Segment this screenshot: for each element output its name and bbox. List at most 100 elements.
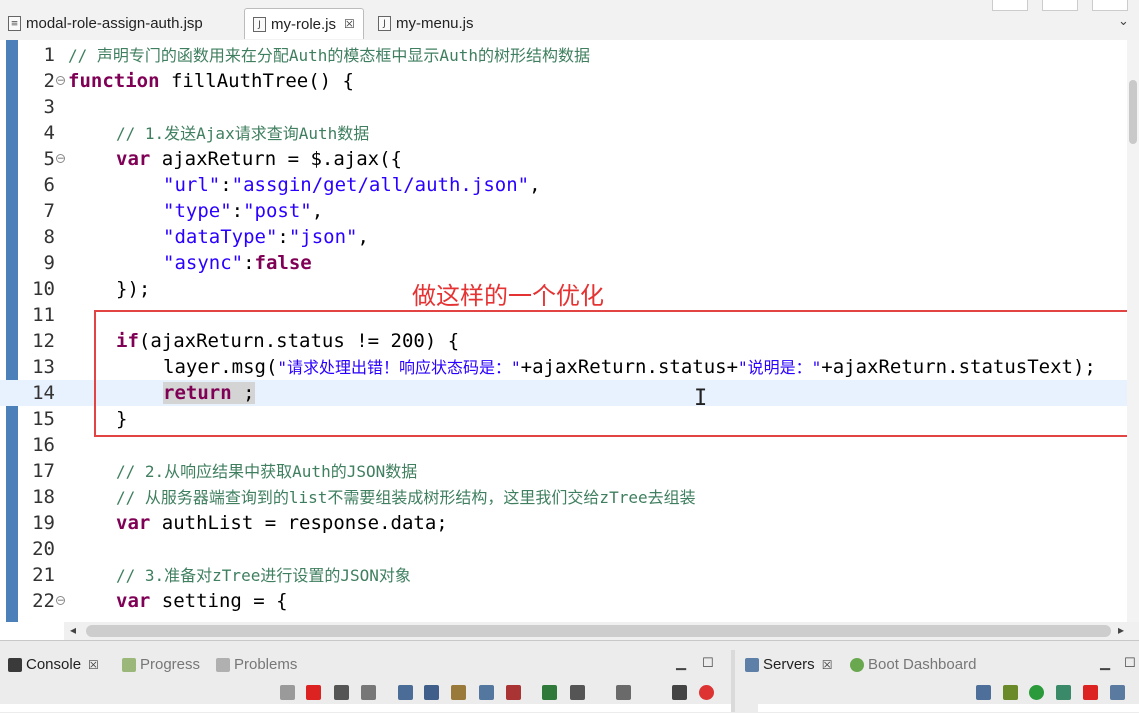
string: "assgin/get/all/auth.json": [231, 174, 530, 196]
chevron-down-icon[interactable]: ⌄: [1118, 14, 1129, 29]
console-icon: [8, 657, 22, 672]
keyword: var: [116, 512, 151, 534]
horizontal-scrollbar-thumb[interactable]: [86, 625, 1111, 637]
keyword: var: [116, 590, 151, 612]
line-number: 17: [32, 460, 55, 482]
open-console-icon[interactable]: [616, 685, 631, 700]
fold-collapse-icon[interactable]: −: [56, 154, 65, 164]
code-line: 21 // 3.准备对zTree进行设置的JSON对象: [0, 562, 1139, 588]
console-body[interactable]: [0, 704, 731, 712]
show-on-error-icon[interactable]: [506, 685, 521, 700]
tab-console[interactable]: Console ☒: [8, 656, 99, 673]
tab-label: modal-role-assign-auth.jsp: [26, 14, 203, 32]
collapse-icon[interactable]: [976, 685, 991, 700]
minimize-icon[interactable]: ▁: [1100, 656, 1110, 671]
line-number: 12: [32, 330, 55, 352]
tab-servers[interactable]: Servers ☒: [745, 656, 832, 673]
word-wrap-icon[interactable]: [451, 685, 466, 700]
remove-launch-icon[interactable]: [334, 685, 349, 700]
jsp-file-icon: ≡: [8, 15, 21, 31]
code-editor[interactable]: 1 // 声明专门的函数用来在分配Auth的模态框中显示Auth的树形结构数据 …: [0, 40, 1139, 622]
code-line: 8 "dataType":"json",: [0, 224, 1139, 250]
start-icon[interactable]: [1029, 685, 1044, 700]
editor-tab-bar: ≡ modal-role-assign-auth.jsp J my-role.j…: [0, 0, 1139, 40]
line-number: 1: [43, 44, 55, 66]
tab-label: my-menu.js: [396, 14, 474, 32]
copy-icon[interactable]: [672, 685, 687, 700]
restore-icon[interactable]: [1092, 0, 1128, 11]
terminate-icon[interactable]: [306, 685, 321, 700]
scroll-right-icon[interactable]: ▸: [1118, 623, 1124, 637]
annotation-text: 做这样的一个优化: [412, 282, 604, 310]
code-token: :: [243, 252, 255, 274]
tab-progress[interactable]: Progress: [122, 656, 200, 673]
maximize-icon[interactable]: ☐: [702, 656, 714, 671]
comment: // 声明专门的函数用来在分配Auth的模态框中显示Auth的树形结构数据: [68, 46, 590, 65]
code-line: 1 // 声明专门的函数用来在分配Auth的模态框中显示Auth的树形结构数据: [0, 42, 1139, 68]
stop-server-icon[interactable]: [1083, 685, 1098, 700]
code-text: "url":"assgin/get/all/auth.json",: [163, 172, 541, 198]
fold-collapse-icon[interactable]: −: [56, 596, 65, 606]
maximize-icon[interactable]: [1042, 0, 1078, 11]
minimize-icon[interactable]: [992, 0, 1028, 11]
string: "url": [163, 174, 221, 196]
close-tab-icon[interactable]: ☒: [344, 17, 355, 31]
line-number: 22: [32, 590, 55, 612]
code-line: 9 "async":false: [0, 250, 1139, 276]
code-line: 5 − var ajaxReturn = $.ajax({: [0, 146, 1139, 172]
code-token: ,: [357, 226, 369, 248]
string: "type": [163, 200, 232, 222]
line-number: 5: [43, 148, 55, 170]
profile-icon[interactable]: [1056, 685, 1071, 700]
line-number: 6: [43, 174, 55, 196]
keyword: var: [116, 148, 151, 170]
code-text: "dataType":"json",: [163, 224, 369, 250]
keyword: function: [68, 70, 160, 92]
remove-all-icon[interactable]: [361, 685, 376, 700]
debug-icon[interactable]: [1003, 685, 1018, 700]
code-token: ajaxReturn = $.ajax({: [150, 148, 402, 170]
tab-modal-role-assign-auth[interactable]: ≡ modal-role-assign-auth.jsp: [8, 8, 203, 38]
tab-my-role[interactable]: J my-role.js ☒: [244, 8, 364, 39]
scroll-lock-icon[interactable]: [424, 685, 439, 700]
show-on-output-icon[interactable]: [479, 685, 494, 700]
tab-label: my-role.js: [271, 15, 337, 33]
scroll-left-icon[interactable]: ◂: [70, 623, 76, 637]
close-tab-icon[interactable]: ☒: [822, 658, 833, 672]
publish-icon[interactable]: [1110, 685, 1125, 700]
tab-my-menu[interactable]: J my-menu.js: [378, 8, 474, 38]
fold-collapse-icon[interactable]: −: [56, 76, 65, 86]
panel-divider[interactable]: [731, 650, 735, 712]
tab-label: Console: [26, 656, 82, 673]
maximize-icon[interactable]: ☐: [1124, 656, 1136, 671]
text-cursor-icon: I: [694, 386, 708, 411]
line-number: 9: [43, 252, 55, 274]
clear-console-icon[interactable]: [398, 685, 413, 700]
tab-label: Progress: [140, 656, 201, 673]
vertical-scrollbar-thumb[interactable]: [1129, 80, 1137, 144]
line-number: 3: [43, 96, 55, 118]
tab-boot-dashboard[interactable]: Boot Dashboard: [850, 656, 976, 673]
line-number: 7: [43, 200, 55, 222]
code-text: var setting = {: [116, 588, 288, 614]
code-line: 3: [0, 94, 1139, 120]
pin-console-icon[interactable]: [542, 685, 557, 700]
code-text: "async":false: [163, 250, 312, 276]
link-icon[interactable]: [280, 685, 295, 700]
line-number: 21: [32, 564, 55, 586]
stop-icon[interactable]: [699, 685, 714, 700]
minimize-icon[interactable]: ▁: [676, 656, 686, 671]
servers-body[interactable]: [758, 704, 1139, 712]
tab-problems[interactable]: Problems: [216, 656, 297, 673]
line-number: 14: [32, 382, 55, 404]
annotation-highlight-box: [94, 310, 1129, 437]
code-line: 4 // 1.发送Ajax请求查询Auth数据: [0, 120, 1139, 146]
line-number: 18: [32, 486, 55, 508]
close-tab-icon[interactable]: ☒: [88, 658, 99, 672]
tab-label: Boot Dashboard: [868, 656, 977, 673]
code-line: 18 // 从服务器端查询到的list不需要组装成树形结构，这里我们交给zTre…: [0, 484, 1139, 510]
line-number: 11: [32, 304, 55, 326]
line-number: 10: [32, 278, 55, 300]
comment: // 1.发送Ajax请求查询Auth数据: [116, 124, 370, 143]
display-console-icon[interactable]: [570, 685, 585, 700]
